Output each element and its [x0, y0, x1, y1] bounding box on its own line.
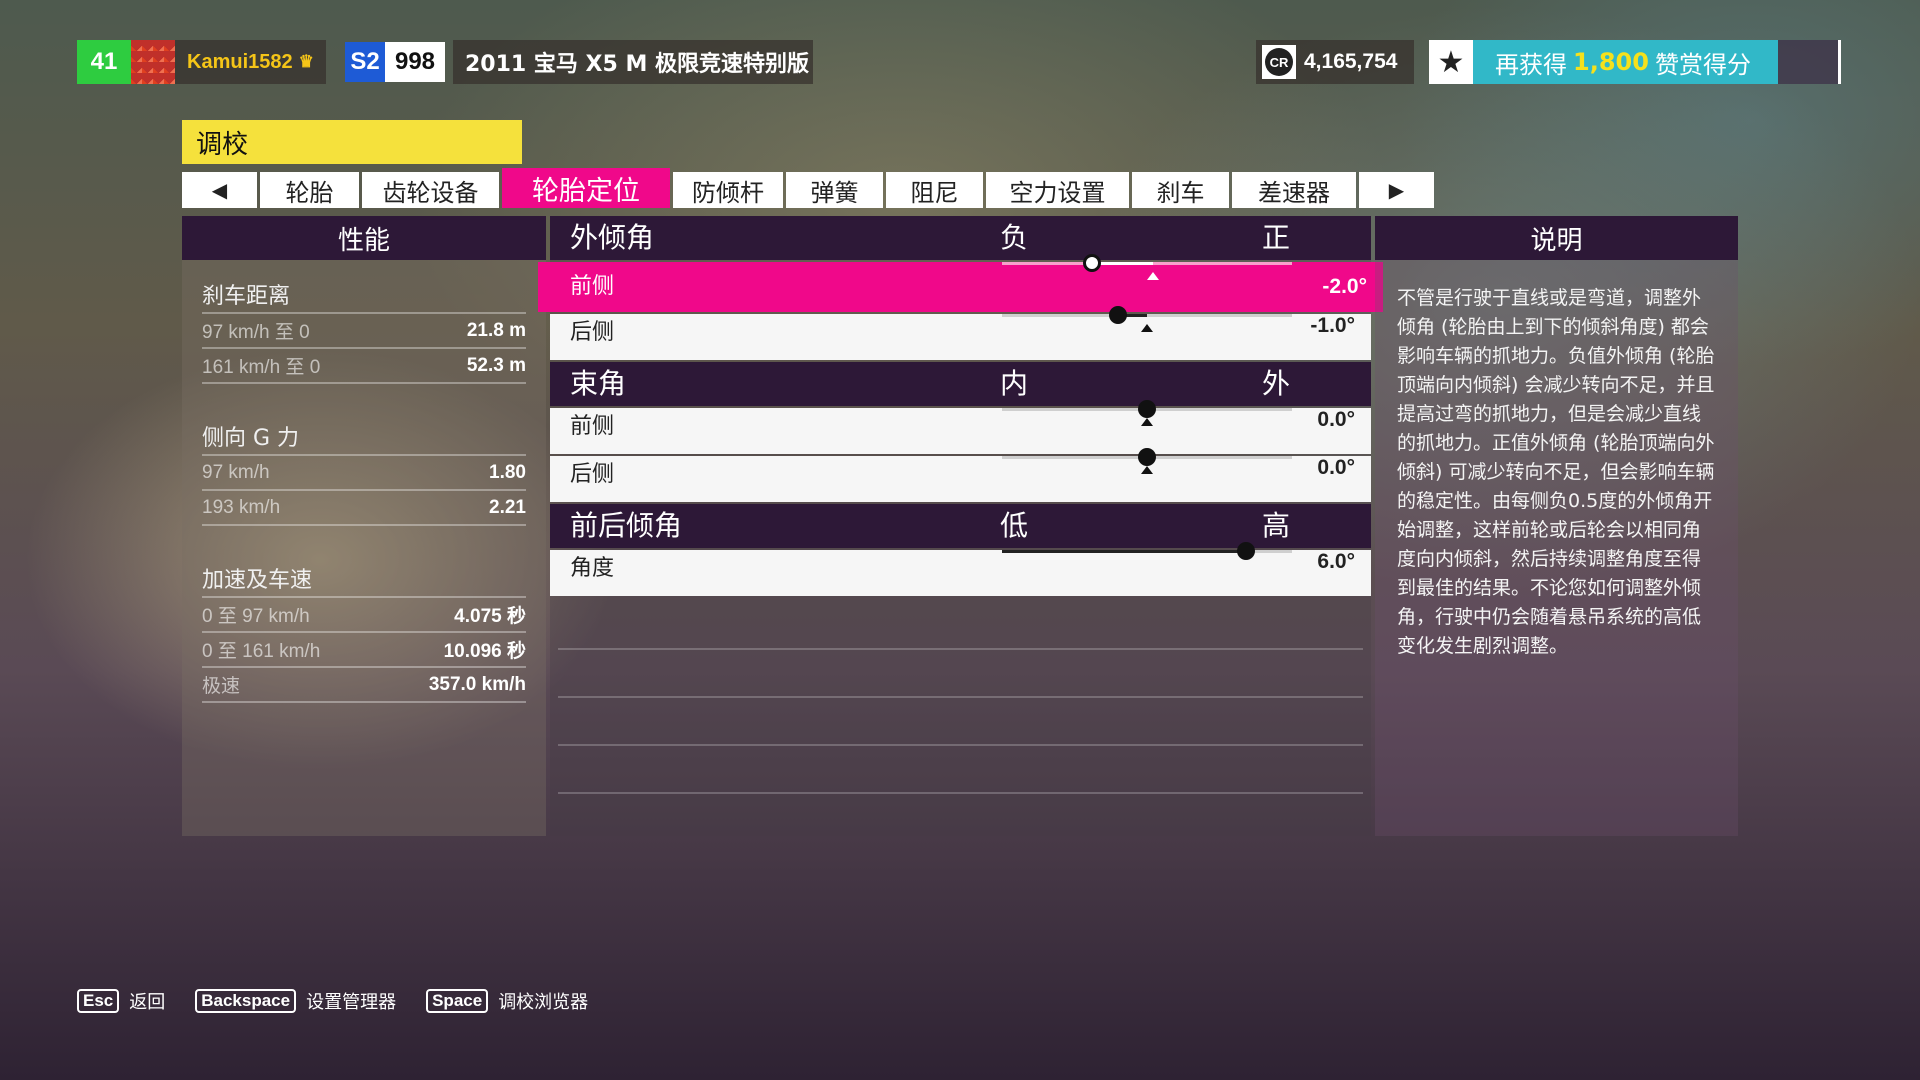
- tab-differential[interactable]: 差速器: [1232, 172, 1356, 208]
- tab-damping[interactable]: 阻尼: [886, 172, 983, 208]
- credits-icon: CR: [1262, 45, 1296, 79]
- star-icon: ★: [1429, 40, 1473, 84]
- esc-key: Esc: [77, 989, 120, 1013]
- stat-row: 0 至 161 km/h 10.096 秒: [202, 633, 526, 668]
- empty-rows: [558, 602, 1363, 794]
- slider-knob: [1236, 542, 1255, 560]
- performance-index: 998: [385, 42, 445, 82]
- stat-row: 97 km/h 至 0 21.8 m: [202, 314, 526, 349]
- car-name: 2011 宝马 X5 M 极限竞速特别版: [453, 40, 813, 84]
- credits-amount: 4,165,754: [1304, 50, 1398, 73]
- credits-display: CR 4,165,754: [1256, 40, 1414, 84]
- accolade-bar: 再获得 1,800 赞赏得分: [1473, 40, 1841, 84]
- gamertag: Kamui1582: [187, 50, 293, 73]
- toe-rear-slider[interactable]: 后侧 0.0°: [550, 448, 1371, 502]
- slider-knob: [1082, 254, 1101, 272]
- tab-tires[interactable]: 轮胎: [260, 172, 359, 208]
- group-title: 刹车距离: [202, 280, 526, 314]
- footer-hints: Esc 返回 Backspace 设置管理器 Space 调校浏览器: [77, 988, 588, 1014]
- performance-panel: 性能 刹车距离 97 km/h 至 0 21.8 m 161 km/h 至 0 52…: [182, 216, 546, 836]
- braking-group: 刹车距离 97 km/h 至 0 21.8 m 161 km/h 至 0 52.3 …: [202, 280, 526, 384]
- default-marker: [1141, 324, 1153, 332]
- stat-row: 0 至 97 km/h 4.075 秒: [202, 598, 526, 633]
- backspace-key: Backspace: [195, 989, 297, 1013]
- accolade-progress: ★ 再获得 1,800 赞赏得分: [1429, 40, 1841, 84]
- stat-row: 97 km/h 1.80: [202, 456, 526, 491]
- description-text: 不管是行驶于直线或是弯道，调整外倾角 (轮胎由上到下的倾斜角度) 都会影响车辆的…: [1397, 287, 1715, 657]
- section-header-toe: 束角 内 外: [550, 362, 1371, 406]
- tab-brake[interactable]: 刹车: [1132, 172, 1229, 208]
- stat-row: 极速 357.0 km/h: [202, 668, 526, 703]
- setup-manager-hint[interactable]: Backspace 设置管理器: [195, 988, 396, 1014]
- group-title: 侧向 G 力: [202, 422, 526, 456]
- lateral-g-group: 侧向 G 力 97 km/h 1.80 193 km/h 2.21: [202, 422, 526, 526]
- slider-knob: [1138, 400, 1156, 418]
- next-tab-icon[interactable]: ▶: [1359, 172, 1434, 208]
- page-title: 调校: [182, 120, 522, 164]
- acceleration-group: 加速及车速 0 至 97 km/h 4.075 秒 0 至 161 km/h 10.…: [202, 564, 526, 703]
- tuning-browser-hint[interactable]: Space 调校浏览器: [426, 988, 588, 1014]
- prev-tab-icon[interactable]: ◀: [182, 172, 257, 208]
- stat-row: 161 km/h 至 0 52.3 m: [202, 349, 526, 384]
- tab-aero[interactable]: 空力设置: [986, 172, 1129, 208]
- space-key: Space: [426, 989, 489, 1013]
- stat-row: 193 km/h 2.21: [202, 491, 526, 526]
- gamertag-plate: Kamui1582 ♛: [175, 40, 326, 84]
- slider-knob: [1109, 306, 1127, 324]
- tab-antiroll-bars[interactable]: 防倾杆: [673, 172, 783, 208]
- group-title: 加速及车速: [202, 564, 526, 598]
- alignment-tuning-panel: 外倾角 负 正 前侧 -2.0° 后侧 -1.0° 束角 内 外 前侧 0.0°…: [538, 216, 1383, 836]
- default-marker: [1141, 418, 1153, 426]
- car-class-badge: S2: [345, 42, 385, 82]
- tuning-tabs: ◀ 轮胎 齿轮设备 轮胎定位 防倾杆 弹簧 阻尼 空力设置 刹车 差速器 ▶: [182, 168, 1434, 208]
- player-level-badge: 41: [77, 40, 131, 84]
- back-hint[interactable]: Esc 返回: [77, 988, 165, 1014]
- default-marker: [1146, 272, 1159, 280]
- tab-gearing[interactable]: 齿轮设备: [362, 172, 499, 208]
- tab-alignment[interactable]: 轮胎定位: [502, 168, 670, 208]
- description-panel: 说明 不管是行驶于直线或是弯道，调整外倾角 (轮胎由上到下的倾斜角度) 都会影响…: [1375, 216, 1738, 836]
- camber-rear-slider[interactable]: 后侧 -1.0°: [550, 306, 1371, 360]
- slider-knob: [1138, 448, 1156, 466]
- default-marker: [1141, 466, 1153, 474]
- description-header: 说明: [1375, 216, 1738, 260]
- section-header-camber: 外倾角 负 正: [550, 216, 1371, 260]
- crown-icon: ♛: [298, 52, 314, 71]
- toe-front-slider[interactable]: 前侧 0.0°: [550, 400, 1371, 454]
- camber-front-slider[interactable]: 前侧 -2.0°: [538, 254, 1383, 312]
- caster-angle-slider[interactable]: 角度 6.0°: [550, 542, 1371, 596]
- tab-springs[interactable]: 弹簧: [786, 172, 883, 208]
- player-avatar: [131, 40, 175, 84]
- accolade-bar-end: [1838, 40, 1841, 84]
- performance-header: 性能: [182, 216, 546, 260]
- accolade-text: 再获得 1,800 赞赏得分: [1495, 48, 1751, 79]
